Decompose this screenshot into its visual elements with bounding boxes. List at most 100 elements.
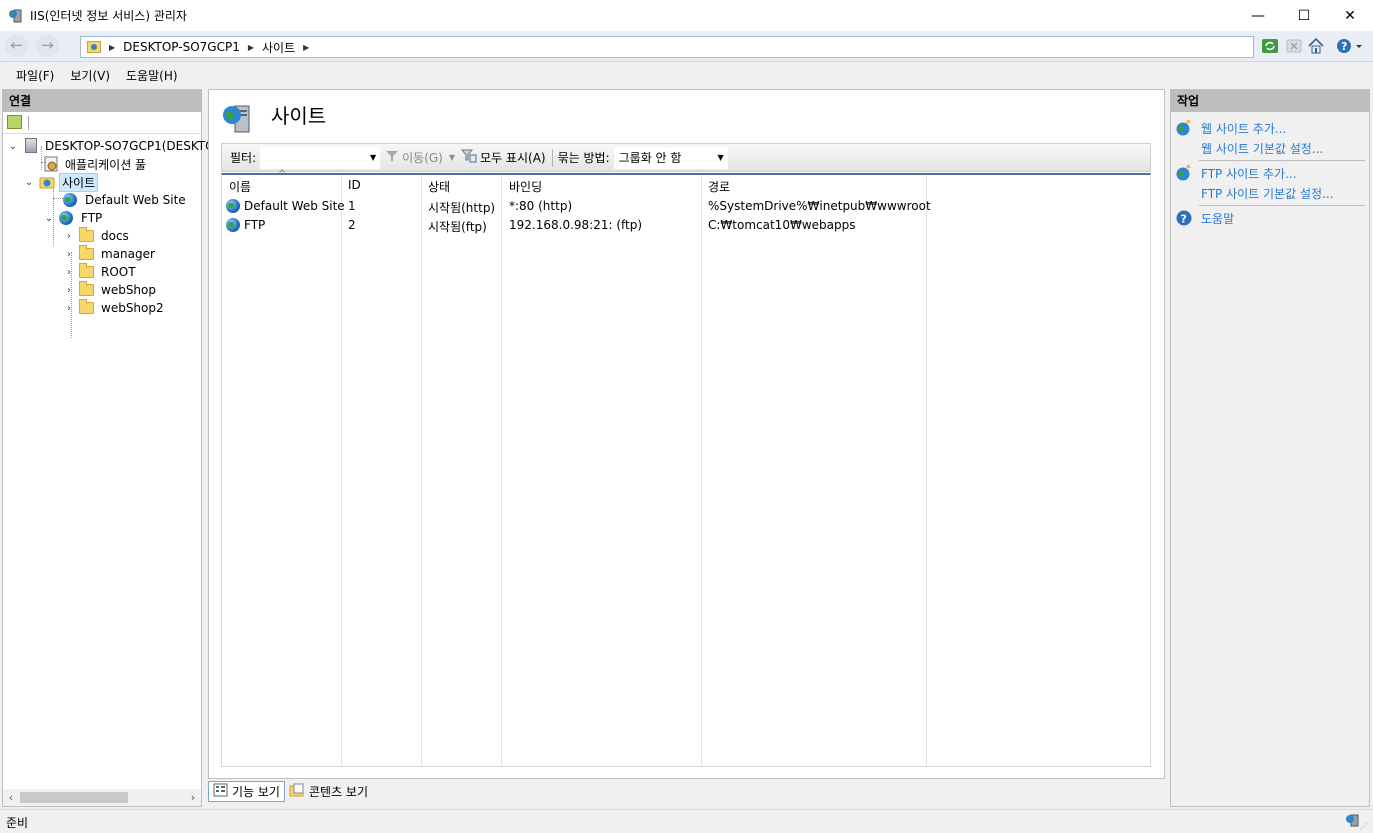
- tree-default-site-node[interactable]: Default Web Site: [59, 191, 188, 209]
- tree-ftp-node[interactable]: ⌄ FTP: [43, 209, 104, 227]
- menu-file[interactable]: 파일(F): [8, 67, 62, 84]
- address-bar: ← → ▶ DESKTOP-SO7GCP1 ▶ 사이트 ▶ ?: [0, 31, 1373, 62]
- menu-view[interactable]: 보기(V): [62, 67, 118, 84]
- folder-icon: [79, 263, 95, 280]
- tree-folder-node[interactable]: › docs: [63, 227, 131, 245]
- stop-icon[interactable]: [1285, 37, 1303, 55]
- tree-sites-node[interactable]: ⌄ 사이트: [23, 172, 99, 192]
- column-header-name[interactable]: 이름: [229, 178, 251, 195]
- globe-icon: [63, 192, 79, 208]
- tree-sites-label: 사이트: [59, 172, 99, 192]
- tree-folder-label: manager: [101, 247, 155, 261]
- status-text: 준비: [6, 816, 29, 830]
- menu-help[interactable]: 도움말(H): [118, 67, 186, 84]
- help-icon: ?: [1175, 209, 1193, 227]
- toolbar-separator: [551, 148, 553, 167]
- forward-arrow-icon: →: [41, 36, 54, 54]
- back-arrow-icon: ←: [10, 36, 23, 54]
- add-website-icon: *: [1175, 119, 1193, 137]
- collapse-chevron-icon[interactable]: ⌄: [43, 213, 55, 224]
- expand-chevron-icon[interactable]: ›: [63, 303, 75, 314]
- sites-server-icon: [221, 102, 255, 136]
- close-button[interactable]: ✕: [1327, 0, 1373, 31]
- go-button[interactable]: 이동(G) ▼: [382, 149, 458, 166]
- tree-server-node[interactable]: ⌄ DESKTOP-SO7GCP1(DESKTOP: [7, 137, 224, 155]
- tree-app-pools-label: 애플리케이션 풀: [65, 157, 147, 172]
- column-header-status[interactable]: 상태: [428, 178, 450, 195]
- svg-text:*: *: [1186, 164, 1191, 174]
- add-ftp-site-icon: *: [1175, 164, 1193, 182]
- minimize-icon: —: [1251, 7, 1265, 24]
- horizontal-scrollbar[interactable]: ‹ ›: [3, 789, 201, 806]
- collapse-chevron-icon[interactable]: ⌄: [23, 177, 35, 188]
- forward-button[interactable]: →: [36, 35, 59, 57]
- tree-folder-node[interactable]: › manager: [63, 245, 157, 263]
- minimize-button[interactable]: —: [1235, 0, 1281, 31]
- crumb-sites[interactable]: 사이트: [262, 39, 295, 56]
- crumb-separator-icon[interactable]: ▶: [303, 43, 309, 52]
- content-view-icon: [289, 783, 305, 800]
- table-row[interactable]: Default Web Site 1 시작됨(http) *:80 (http)…: [222, 197, 1148, 216]
- tab-features-view[interactable]: 기능 보기: [208, 781, 285, 802]
- site-status: 시작됨(ftp): [428, 220, 487, 234]
- expand-chevron-icon[interactable]: ›: [63, 249, 75, 260]
- crumb-server[interactable]: DESKTOP-SO7GCP1: [123, 40, 240, 54]
- filter-label: 필터:: [230, 151, 257, 165]
- tree-app-pools-node[interactable]: 애플리케이션 풀: [39, 155, 148, 173]
- add-website-link[interactable]: 웹 사이트 추가...: [1201, 120, 1286, 137]
- window-title: IIS(인터넷 정보 서비스) 관리자: [30, 9, 187, 23]
- resize-grip-icon[interactable]: ⋰: [1360, 822, 1368, 831]
- group-by-select[interactable]: 그룹화 안 함 ▼: [613, 146, 728, 169]
- actions-panel: 작업 * 웹 사이트 추가... 웹 사이트 기본값 설정... * FTP 사…: [1170, 89, 1370, 807]
- connect-icon[interactable]: [7, 115, 22, 129]
- tree-folder-node[interactable]: › webShop2: [63, 299, 166, 317]
- help-dropdown-icon[interactable]: ?: [1335, 37, 1365, 55]
- expand-chevron-icon[interactable]: ›: [63, 285, 75, 296]
- scroll-right-icon[interactable]: ›: [185, 789, 201, 806]
- actions-divider: [1199, 160, 1365, 161]
- site-status: 시작됨(http): [428, 201, 496, 215]
- back-button[interactable]: ←: [5, 35, 28, 57]
- site-binding: 192.168.0.98:21: (ftp): [509, 218, 643, 232]
- connection-status-icon: [1345, 813, 1361, 832]
- scroll-left-icon[interactable]: ‹: [3, 789, 19, 806]
- sites-table: ^ 이름 ID 상태 바인딩 경로 Default Web Site 1 시작됨…: [221, 169, 1151, 767]
- table-row[interactable]: FTP 2 시작됨(ftp) 192.168.0.98:21: (ftp) C:…: [222, 216, 1148, 235]
- globe-icon: [226, 199, 240, 213]
- show-all-button[interactable]: 모두 표시(A): [458, 149, 549, 166]
- tree-folder-node[interactable]: › webShop: [63, 281, 158, 299]
- maximize-button[interactable]: ☐: [1281, 0, 1327, 31]
- expand-chevron-icon[interactable]: ›: [63, 231, 75, 242]
- chevron-down-icon[interactable]: ▼: [717, 148, 723, 168]
- tree-folder-node[interactable]: › ROOT: [63, 263, 138, 281]
- refresh-icon[interactable]: [1261, 37, 1279, 55]
- crumb-separator-icon[interactable]: ▶: [248, 43, 254, 52]
- chevron-down-icon[interactable]: ▼: [449, 153, 455, 162]
- site-name: Default Web Site: [244, 199, 345, 213]
- connections-header: 연결: [3, 90, 201, 112]
- tree-folder-label: ROOT: [101, 265, 136, 279]
- collapse-chevron-icon[interactable]: ⌄: [7, 141, 19, 152]
- tab-content-view[interactable]: 콘텐츠 보기: [285, 781, 372, 802]
- add-ftp-site-link[interactable]: FTP 사이트 추가...: [1201, 165, 1297, 182]
- tree-folder-label: docs: [101, 229, 129, 243]
- column-header-id[interactable]: ID: [348, 178, 361, 192]
- site-path: C:₩tomcat10₩webapps: [708, 218, 856, 232]
- globe-icon: [59, 210, 75, 226]
- website-defaults-link[interactable]: 웹 사이트 기본값 설정...: [1201, 140, 1323, 157]
- home-icon[interactable]: [1307, 37, 1325, 55]
- scroll-thumb[interactable]: [20, 792, 128, 803]
- column-header-binding[interactable]: 바인딩: [509, 178, 542, 195]
- column-header-path[interactable]: 경로: [708, 178, 730, 195]
- chevron-down-icon[interactable]: ▼: [370, 148, 376, 168]
- svg-text:?: ?: [1181, 213, 1187, 226]
- globe-icon: [226, 218, 240, 232]
- address-field[interactable]: ▶ DESKTOP-SO7GCP1 ▶ 사이트 ▶: [80, 36, 1254, 58]
- ftp-defaults-link[interactable]: FTP 사이트 기본값 설정...: [1201, 185, 1333, 202]
- site-id: 2: [348, 218, 356, 232]
- tree-server-label: DESKTOP-SO7GCP1(DESKTOP: [45, 139, 222, 153]
- help-link[interactable]: 도움말: [1201, 210, 1234, 227]
- expand-chevron-icon[interactable]: ›: [63, 267, 75, 278]
- filter-input[interactable]: ▼: [260, 146, 381, 169]
- actions-divider: [1199, 205, 1365, 206]
